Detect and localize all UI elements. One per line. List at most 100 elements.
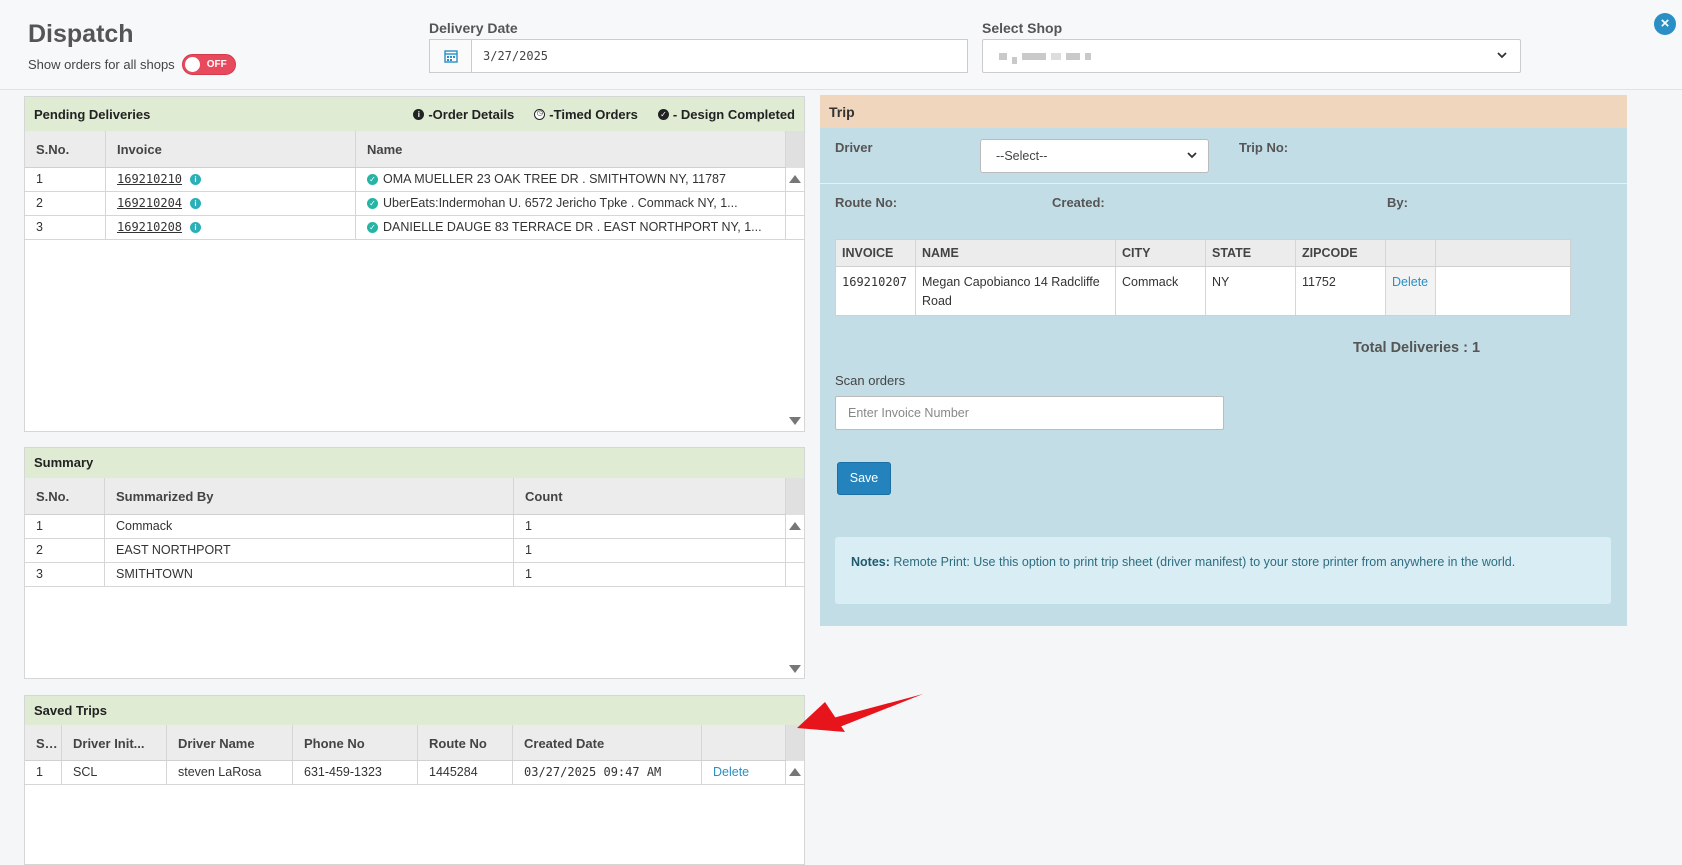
driver-initials-cell: SCL (62, 761, 167, 784)
check-circle-icon: ✓ (367, 174, 378, 186)
table-row[interactable]: 169210207 Megan Capobianco 14 Radcliffe … (836, 267, 1570, 315)
scan-invoice-input[interactable]: Enter Invoice Number (835, 396, 1224, 430)
saved-trips-panel: Saved Trips S... Driver Init... Driver N… (24, 695, 805, 865)
table-row[interactable]: 3 SMITHTOWN 1 (25, 563, 804, 587)
legend-order-details: i -Order Details (413, 107, 514, 122)
legend-design-completed: ✓ - Design Completed (657, 107, 795, 122)
column-header[interactable]: Created Date (513, 725, 702, 760)
route-no-label: Route No: (835, 195, 898, 210)
scan-orders-label: Scan orders (835, 373, 906, 388)
scroll-down-arrow[interactable] (789, 665, 801, 673)
delivery-date-field[interactable]: 3/27/2025 (429, 39, 968, 73)
name-cell: ✓ DANIELLE DAUGE 83 TERRACE DR . EAST NOR… (356, 216, 786, 239)
pending-deliveries-header: Pending Deliveries i -Order Details ◷ -Tim… (25, 97, 804, 131)
column-header[interactable]: CITY (1116, 240, 1206, 266)
table-row[interactable]: 1 SCL steven LaRosa 631-459-1323 1445284… (25, 761, 804, 785)
page-header: Dispatch Show orders for all shops OFF D… (0, 0, 1682, 90)
created-date-cell: 03/27/2025 09:47 AM (513, 761, 702, 784)
created-label: Created: (1052, 195, 1105, 210)
column-header[interactable]: STATE (1206, 240, 1296, 266)
column-header[interactable]: S... (25, 725, 62, 760)
table-row[interactable]: 2 EAST NORTHPORT 1 (25, 539, 804, 563)
check-circle-icon: ✓ (657, 109, 669, 120)
toggle-knob (184, 57, 200, 72)
column-header[interactable]: ZIPCODE (1296, 240, 1386, 266)
table-row[interactable]: 1 Commack 1 (25, 515, 804, 539)
by-label: By: (1387, 195, 1408, 210)
invoice-link[interactable]: 169210210 (117, 172, 182, 186)
column-header[interactable]: Name (356, 131, 786, 167)
sno-cell: 2 (25, 192, 106, 215)
toggle-state: OFF (206, 59, 227, 70)
save-button[interactable]: Save (837, 462, 891, 495)
summarized-by-cell: SMITHTOWN (105, 563, 514, 586)
column-header[interactable]: Driver Name (167, 725, 293, 760)
sno-cell: 1 (25, 168, 106, 191)
trip-no-label: Trip No: (1239, 140, 1289, 155)
name-cell: ✓ OMA MUELLER 23 OAK TREE DR . SMITHTOWN … (356, 168, 786, 191)
name-cell: ✓ UberEats:Indermohan U. 6572 Jericho Tpk… (356, 192, 786, 215)
column-header[interactable]: INVOICE (836, 240, 916, 266)
all-shops-toggle-row: Show orders for all shops OFF (28, 54, 236, 75)
table-row[interactable]: 3 169210208 i ✓ DANIELLE DAUGE 83 TERRACE … (25, 216, 804, 240)
customer-address: UberEats:Indermohan U. 6572 Jericho Tpke… (383, 196, 738, 210)
phone-cell: 631-459-1323 (293, 761, 418, 784)
column-header[interactable]: Invoice (106, 131, 356, 167)
check-circle-icon: ✓ (367, 222, 378, 234)
column-header[interactable]: Count (514, 478, 786, 514)
scroll-up-arrow[interactable] (789, 175, 801, 183)
notes-box: Notes: Remote Print: Use this option to … (835, 537, 1611, 604)
trip-panel: Trip Driver --Select-- Trip No: Route No… (820, 95, 1627, 626)
close-icon[interactable]: × (1654, 13, 1676, 35)
driver-select[interactable]: --Select-- (980, 139, 1209, 173)
all-shops-toggle[interactable]: OFF (181, 54, 236, 75)
chevron-down-icon (1186, 149, 1198, 164)
notes-text: Remote Print: Use this option to print t… (889, 555, 1516, 569)
column-header[interactable]: S.No. (25, 131, 106, 167)
chevron-down-icon (1496, 49, 1508, 64)
redacted-shop-name (999, 53, 1094, 64)
delete-invoice-link[interactable]: Delete (1392, 275, 1428, 289)
invoice-link[interactable]: 169210208 (117, 220, 182, 234)
count-cell: 1 (514, 539, 786, 562)
column-header[interactable]: S.No. (25, 478, 105, 514)
action-cell: Delete (1386, 267, 1436, 315)
delete-trip-link[interactable]: Delete (713, 765, 749, 779)
toggle-label: Show orders for all shops (28, 57, 175, 72)
red-arrow-annotation (797, 694, 923, 732)
legend-timed-orders: ◷ -Timed Orders (534, 107, 638, 122)
table-row[interactable]: 2 169210204 i ✓ UberEats:Indermohan U. 657… (25, 192, 804, 216)
action-cell: Delete (702, 761, 786, 784)
column-header[interactable]: NAME (916, 240, 1116, 266)
info-icon[interactable]: i (190, 222, 202, 234)
driver-select-value: --Select-- (996, 149, 1048, 163)
invoice-link[interactable]: 169210204 (117, 196, 182, 210)
info-icon[interactable]: i (190, 174, 202, 186)
delivery-date-label: Delivery Date (429, 20, 518, 36)
shop-select[interactable] (982, 39, 1521, 73)
notes-label: Notes: (851, 555, 890, 569)
name-cell: Megan Capobianco 14 Radcliffe Road (916, 267, 1116, 315)
info-icon[interactable]: i (190, 198, 202, 210)
column-header[interactable]: Phone No (293, 725, 418, 760)
count-cell: 1 (514, 515, 786, 538)
calendar-icon[interactable] (430, 40, 472, 72)
table-header: S.No. Summarized By Count (25, 478, 804, 515)
driver-name-cell: steven LaRosa (167, 761, 293, 784)
check-circle-icon: ✓ (367, 198, 378, 210)
scroll-down-arrow[interactable] (789, 417, 801, 425)
driver-label: Driver (835, 140, 873, 155)
info-icon: i (413, 109, 425, 120)
table-row[interactable]: 1 169210210 i ✓ OMA MUELLER 23 OAK TREE DR… (25, 168, 804, 192)
column-header[interactable]: Summarized By (105, 478, 514, 514)
scroll-up-arrow[interactable] (789, 768, 801, 776)
column-header[interactable]: Driver Init... (62, 725, 167, 760)
trip-header: Trip (820, 95, 1627, 128)
sno-cell: 3 (25, 216, 106, 239)
delivery-date-value[interactable]: 3/27/2025 (472, 40, 548, 72)
city-cell: Commack (1116, 267, 1206, 315)
trip-invoice-table: INVOICE NAME CITY STATE ZIPCODE 16921020… (835, 239, 1571, 316)
invoice-cell: 169210204 i (106, 192, 356, 215)
scroll-up-arrow[interactable] (789, 522, 801, 530)
column-header[interactable]: Route No (418, 725, 513, 760)
